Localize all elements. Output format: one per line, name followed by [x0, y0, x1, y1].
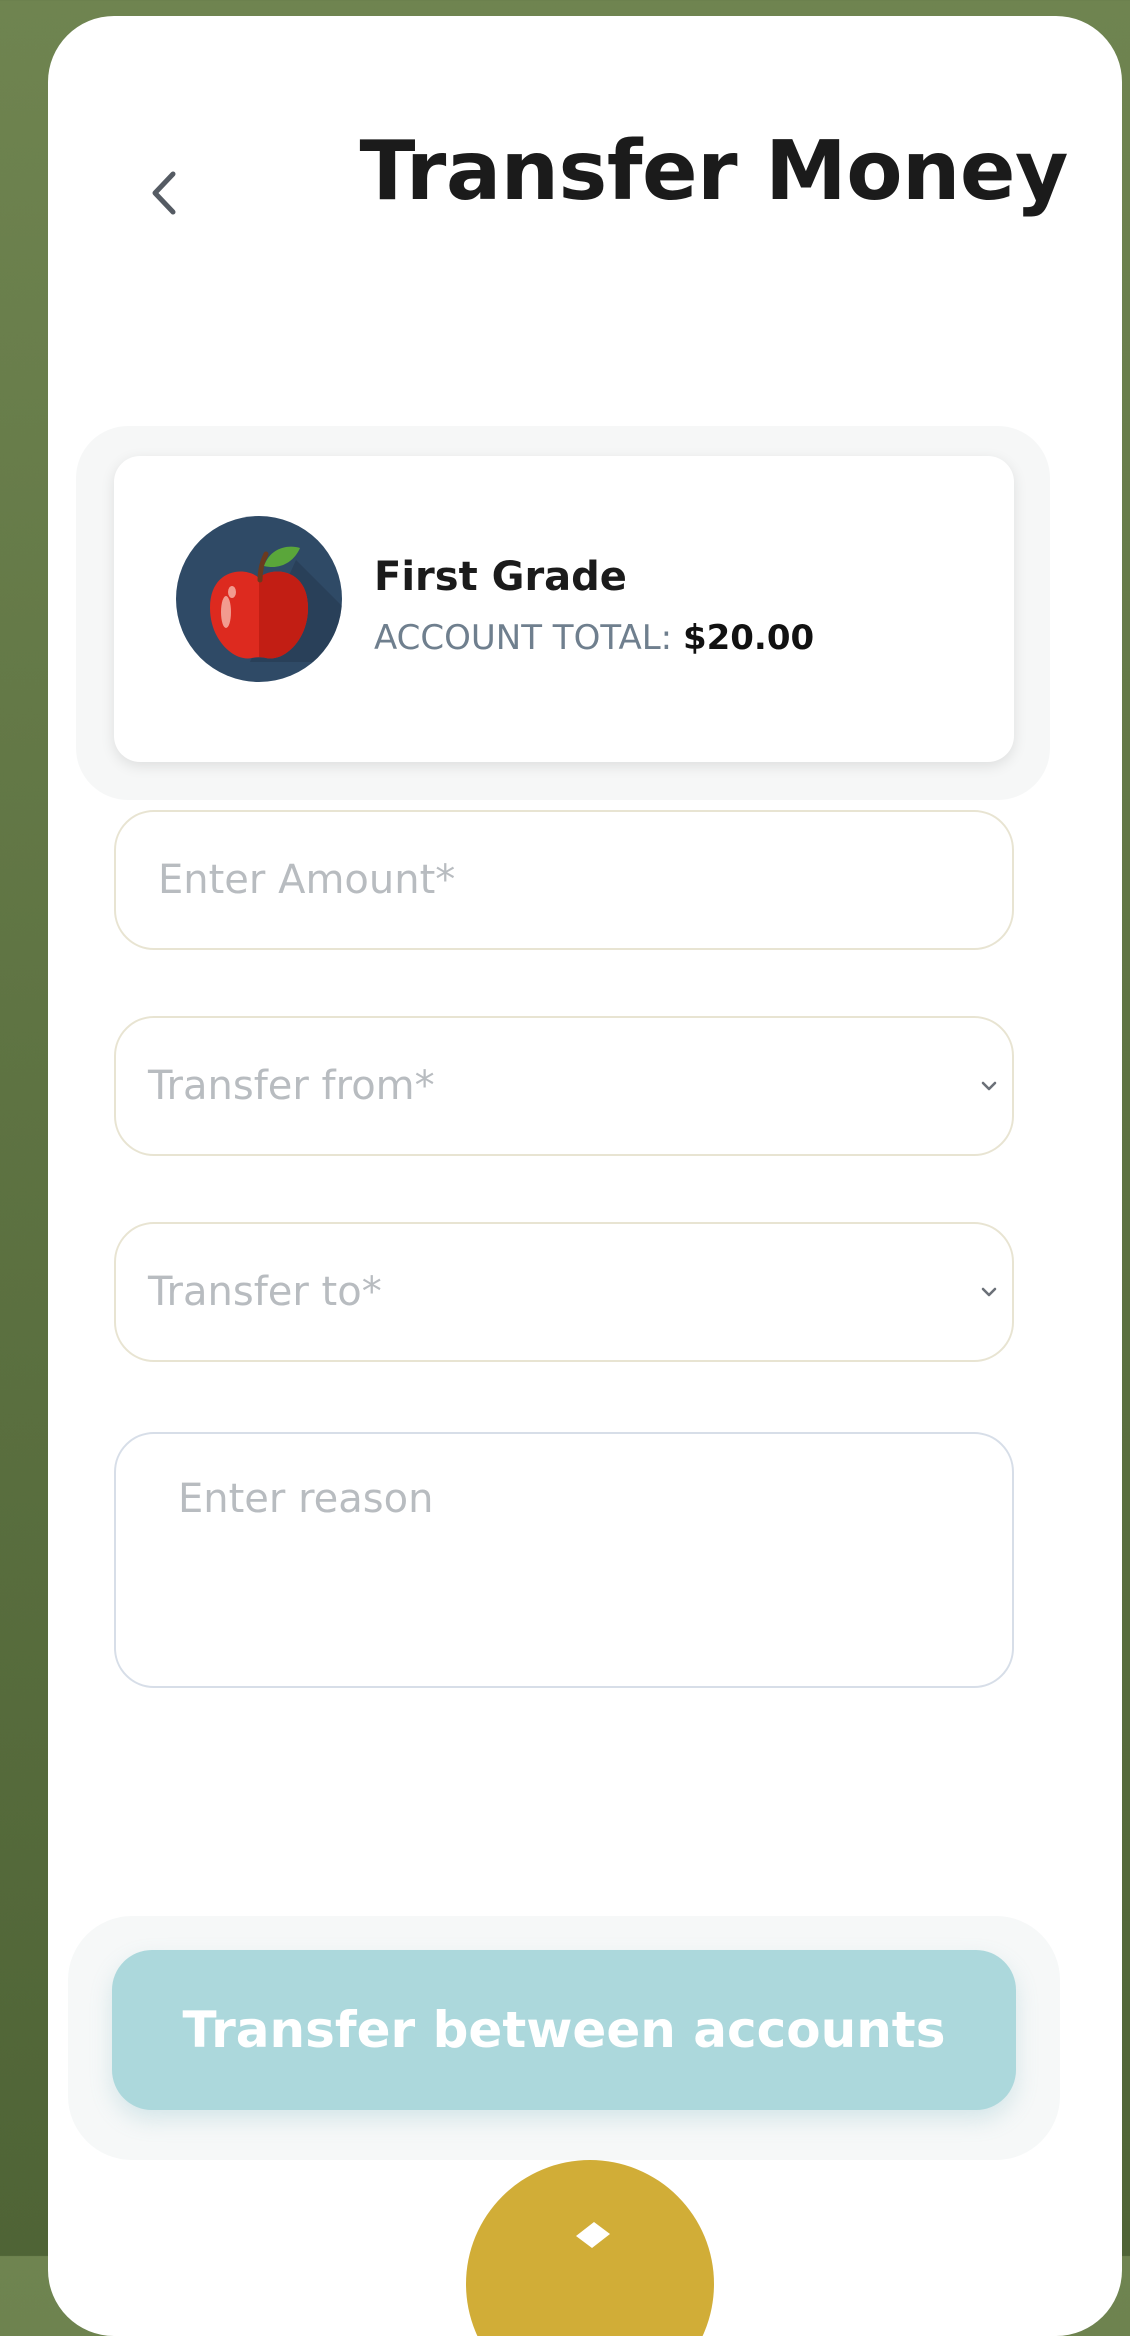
fab-button[interactable]: [466, 2160, 714, 2336]
amount-placeholder: Enter Amount*: [158, 857, 456, 903]
page-title: Transfer Money: [359, 124, 1068, 219]
amount-input[interactable]: Enter Amount*: [114, 810, 1014, 950]
pencil-icon: [576, 2222, 610, 2248]
chevron-down-icon: [981, 1287, 997, 1297]
back-button[interactable]: [134, 148, 194, 238]
transfer-to-select[interactable]: Transfer to*: [114, 1222, 1014, 1362]
transfer-to-placeholder: Transfer to*: [148, 1269, 382, 1315]
chevron-left-icon: [152, 171, 176, 215]
account-avatar: [176, 516, 342, 682]
reason-textarea[interactable]: Enter reason: [114, 1432, 1014, 1688]
reason-placeholder: Enter reason: [178, 1476, 434, 1522]
phone-screen: Transfer Money First Grade ACCOUNT TOTAL…: [48, 16, 1122, 2336]
chevron-down-icon: [981, 1081, 997, 1091]
account-total-value: $20.00: [682, 618, 815, 658]
apple-icon: [210, 546, 342, 662]
transfer-from-select[interactable]: Transfer from*: [114, 1016, 1014, 1156]
transfer-between-accounts-button[interactable]: Transfer between accounts: [112, 1950, 1016, 2110]
transfer-from-placeholder: Transfer from*: [148, 1063, 435, 1109]
account-total: ACCOUNT TOTAL: $20.00: [374, 618, 814, 658]
account-total-label: ACCOUNT TOTAL:: [374, 618, 673, 658]
account-card[interactable]: First Grade ACCOUNT TOTAL: $20.00: [114, 456, 1014, 762]
account-name: First Grade: [374, 554, 627, 600]
